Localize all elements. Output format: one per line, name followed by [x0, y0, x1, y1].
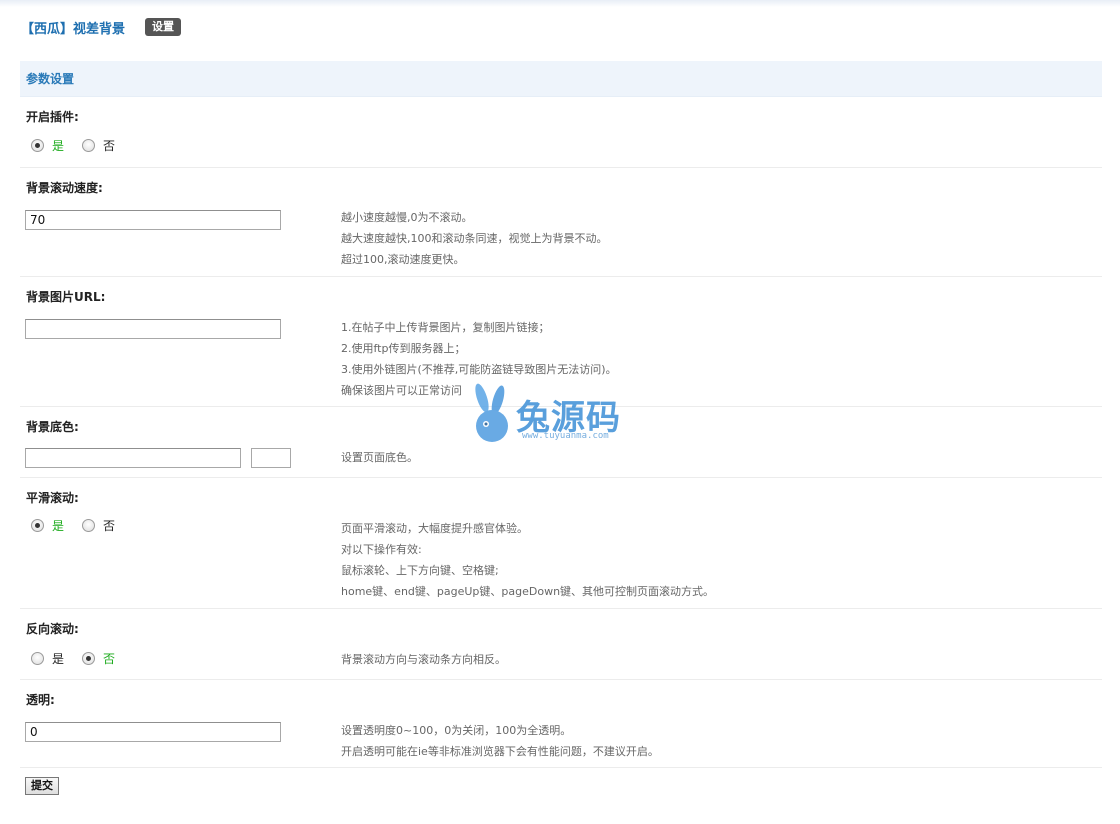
enable-no-radio[interactable] — [82, 139, 96, 152]
row-reverse: 反向滚动: 是 否 背景滚动方向与滚动条方向相反。 — [20, 609, 1102, 680]
page-title: 【西瓜】视差背景 — [21, 21, 126, 37]
opacity-tip: 开启透明可能在ie等非标准浏览器下会有性能问题，不建议开启。 — [341, 745, 659, 758]
opacity-input[interactable]: 0 — [25, 722, 281, 742]
reverse-radio-group: 是 否 — [25, 650, 127, 667]
enable-radio-group: 是 否 — [25, 137, 127, 154]
reverse-no-label[interactable]: 否 — [103, 650, 115, 667]
bg-color-label: 背景底色: — [26, 420, 79, 434]
reverse-tip: 背景滚动方向与滚动条方向相反。 — [341, 653, 506, 666]
image-url-tip: 确保该图片可以正常访问 — [341, 384, 462, 397]
enable-label: 开启插件: — [26, 110, 79, 124]
row-opacity: 透明: 0 设置透明度0~100，0为关闭，100为全透明。 开启透明可能在ie… — [20, 680, 1102, 768]
settings-button[interactable]: 设置 — [145, 18, 182, 36]
opacity-tips: 设置透明度0~100，0为关闭，100为全透明。 开启透明可能在ie等非标准浏览… — [341, 720, 659, 762]
smooth-tip: home键、end键、pageUp键、pageDown键、其他可控制页面滚动方式… — [341, 585, 715, 598]
row-smooth: 平滑滚动: 是 否 页面平滑滚动，大幅度提升感官体验。 对以下操作有效: 鼠标滚… — [20, 478, 1102, 609]
smooth-yes-radio[interactable] — [31, 519, 44, 532]
section-header: 参数设置 — [20, 61, 1102, 97]
color-picker-swatch[interactable] — [251, 448, 291, 468]
speed-tip: 越大速度越快,100和滚动条同速，视觉上为背景不动。 — [341, 232, 608, 245]
row-image-url: 背景图片URL: 1.在帖子中上传背景图片，复制图片链接； 2.使用ftp传到服… — [20, 277, 1102, 407]
opacity-label: 透明: — [26, 693, 55, 707]
smooth-tip: 页面平滑滚动，大幅度提升感官体验。 — [341, 522, 528, 535]
smooth-label: 平滑滚动: — [26, 491, 79, 505]
section-title: 参数设置 — [26, 72, 75, 86]
reverse-tips: 背景滚动方向与滚动条方向相反。 — [341, 649, 506, 670]
image-url-tips: 1.在帖子中上传背景图片，复制图片链接； 2.使用ftp传到服务器上； 3.使用… — [341, 317, 617, 401]
opacity-tip: 设置透明度0~100，0为关闭，100为全透明。 — [341, 724, 572, 737]
speed-tip: 越小速度越慢,0为不滚动。 — [341, 211, 473, 224]
bg-color-tips: 设置页面底色。 — [341, 447, 418, 468]
image-url-tip: 1.在帖子中上传背景图片，复制图片链接； — [341, 321, 550, 334]
row-enable: 开启插件: 是 否 — [20, 97, 1102, 168]
bg-color-tip: 设置页面底色。 — [341, 451, 418, 464]
reverse-label: 反向滚动: — [26, 622, 79, 636]
image-url-input[interactable] — [25, 319, 281, 339]
image-url-label: 背景图片URL: — [26, 290, 106, 304]
smooth-no-radio[interactable] — [82, 519, 96, 532]
smooth-radio-group: 是 否 — [25, 517, 127, 534]
row-speed: 背景滚动速度: 70 越小速度越慢,0为不滚动。 越大速度越快,100和滚动条同… — [20, 168, 1102, 277]
image-url-tip: 3.使用外链图片(不推荐,可能防盗链导致图片无法访问)。 — [341, 363, 617, 376]
enable-no-label[interactable]: 否 — [103, 137, 115, 154]
top-strip — [0, 0, 1120, 7]
enable-yes-label[interactable]: 是 — [52, 137, 64, 154]
submit-button[interactable]: 提交 — [25, 777, 59, 795]
bg-color-control — [25, 448, 295, 470]
smooth-tip: 对以下操作有效: — [341, 543, 422, 556]
speed-tips: 越小速度越慢,0为不滚动。 越大速度越快,100和滚动条同速，视觉上为背景不动。… — [341, 207, 608, 270]
header: 【西瓜】视差背景 设置 — [21, 16, 182, 38]
speed-input[interactable]: 70 — [25, 210, 281, 230]
smooth-tips: 页面平滑滚动，大幅度提升感官体验。 对以下操作有效: 鼠标滚轮、上下方向键、空格… — [341, 518, 714, 602]
smooth-no-label[interactable]: 否 — [103, 517, 115, 534]
smooth-tip: 鼠标滚轮、上下方向键、空格键; — [341, 564, 499, 577]
image-url-tip: 2.使用ftp传到服务器上； — [341, 342, 466, 355]
reverse-no-radio[interactable] — [82, 652, 96, 665]
row-bg-color: 背景底色: 设置页面底色。 — [20, 407, 1102, 478]
speed-label: 背景滚动速度: — [26, 181, 103, 195]
smooth-yes-label[interactable]: 是 — [52, 517, 64, 534]
reverse-yes-label[interactable]: 是 — [52, 650, 64, 667]
enable-yes-radio[interactable] — [31, 139, 44, 152]
speed-tip: 超过100,滚动速度更快。 — [341, 253, 465, 266]
bg-color-input[interactable] — [25, 448, 241, 468]
reverse-yes-radio[interactable] — [31, 652, 44, 665]
